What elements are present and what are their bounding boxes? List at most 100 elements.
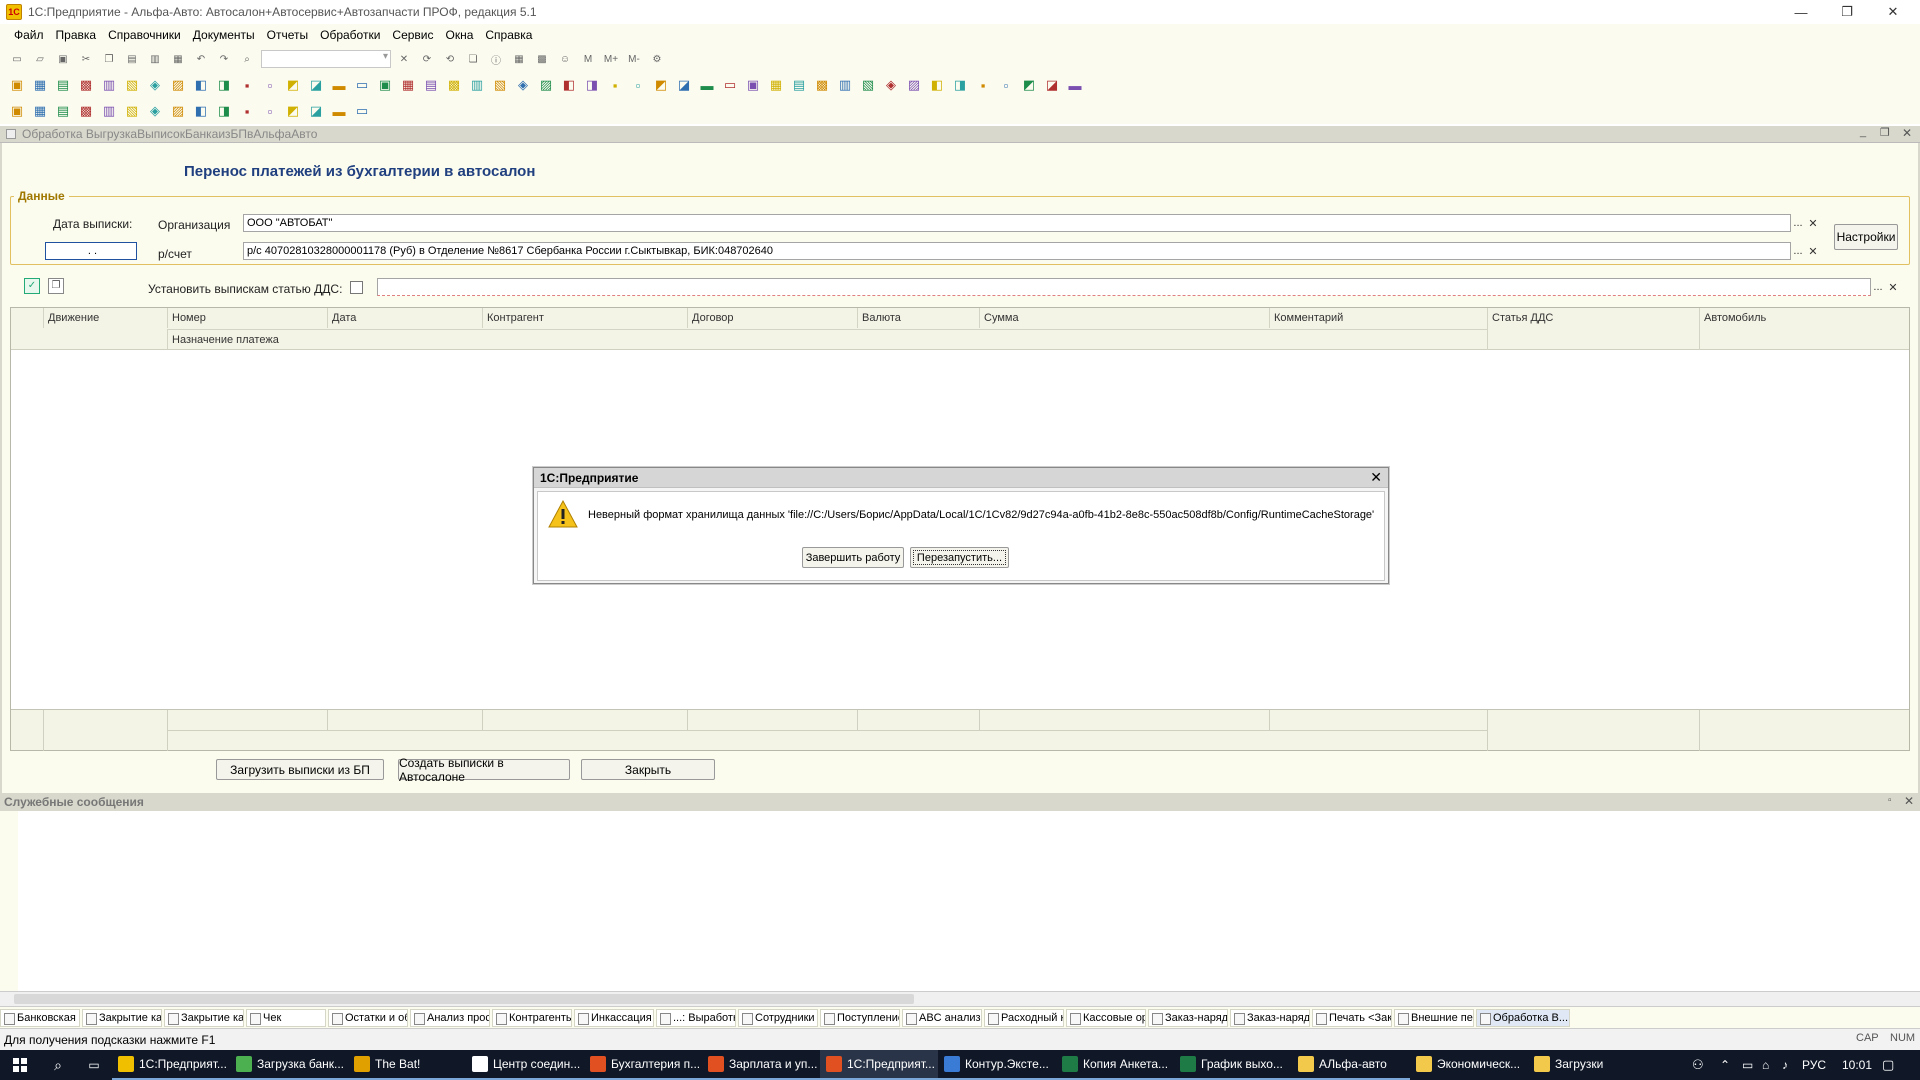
dds-select-button[interactable]: ...	[1871, 279, 1885, 295]
function-46-icon[interactable]: ◪	[1043, 76, 1061, 94]
organization-clear-button[interactable]: ✕	[1806, 215, 1820, 231]
paste-icon[interactable]: ▤	[123, 50, 141, 68]
window-tab[interactable]: ...: Выработк...	[656, 1008, 736, 1027]
document-7-icon[interactable]: ◈	[146, 102, 164, 120]
volume-icon[interactable]: ♪	[1782, 1058, 1788, 1072]
document-11-icon[interactable]: ▪	[238, 102, 256, 120]
window-tab[interactable]: Банковская ...	[0, 1008, 80, 1027]
subwindow-restore-button[interactable]: ❐	[1880, 126, 1890, 139]
window-tab[interactable]: Чек	[246, 1008, 326, 1027]
find-next-icon[interactable]: ⟳	[418, 50, 436, 68]
menu-reports[interactable]: Отчеты	[267, 28, 308, 42]
scroll-thumb[interactable]	[14, 994, 914, 1004]
window-tab[interactable]: Заказ-наряд ...	[1230, 1008, 1310, 1027]
close-form-button[interactable]: Закрыть	[581, 759, 715, 780]
function-23-icon[interactable]: ◈	[514, 76, 532, 94]
function-33-icon[interactable]: ▣	[744, 76, 762, 94]
calendar-icon[interactable]: ▦	[510, 50, 528, 68]
close-window-button[interactable]: ✕	[1870, 0, 1916, 24]
function-3-icon[interactable]: ▤	[54, 76, 72, 94]
memory-m-button[interactable]: M	[579, 50, 597, 68]
window-tab[interactable]: Инкассация	[574, 1008, 654, 1027]
window-tab[interactable]: ABC анализ ...	[902, 1008, 982, 1027]
function-15-icon[interactable]: ▬	[330, 76, 348, 94]
function-29-icon[interactable]: ◩	[652, 76, 670, 94]
taskbar-app[interactable]: 1С:Предприят...	[820, 1050, 938, 1080]
undo-icon[interactable]: ↶	[192, 50, 210, 68]
function-16-icon[interactable]: ▭	[353, 76, 371, 94]
service-close-button[interactable]: ✕	[1904, 794, 1914, 808]
function-14-icon[interactable]: ◪	[307, 76, 325, 94]
function-2-icon[interactable]: ▦	[31, 76, 49, 94]
menu-help[interactable]: Справка	[485, 28, 532, 42]
function-9-icon[interactable]: ◧	[192, 76, 210, 94]
window-tab[interactable]: Сотрудники	[738, 1008, 818, 1027]
function-18-icon[interactable]: ▦	[399, 76, 417, 94]
document-8-icon[interactable]: ▨	[169, 102, 187, 120]
service-pin-icon[interactable]: ▫	[1888, 795, 1892, 806]
horizontal-scrollbar[interactable]	[0, 991, 1920, 1006]
users-icon[interactable]: ☺	[556, 50, 574, 68]
function-11-icon[interactable]: ▪	[238, 76, 256, 94]
function-22-icon[interactable]: ▧	[491, 76, 509, 94]
taskbar-app[interactable]: The Bat!	[348, 1050, 466, 1080]
clear-search-icon[interactable]: ✕	[395, 50, 413, 68]
column-car[interactable]: Автомобиль	[1699, 308, 1909, 350]
column-currency[interactable]: Валюта	[857, 308, 979, 328]
taskbar-app[interactable]: Зарплата и уп...	[702, 1050, 820, 1080]
menu-file[interactable]: Файл	[14, 28, 44, 42]
subwindow-minimize-button[interactable]: _	[1860, 126, 1866, 138]
copy-icon[interactable]: ❐	[100, 50, 118, 68]
function-1-icon[interactable]: ▣	[8, 76, 26, 94]
restore-button[interactable]: ❐	[1824, 0, 1870, 24]
open-folder-icon[interactable]: ▱	[31, 50, 49, 68]
function-10-icon[interactable]: ◨	[215, 76, 233, 94]
new-doc-icon[interactable]: ▭	[8, 50, 26, 68]
task-view-icon[interactable]: ▭	[76, 1050, 112, 1080]
document-4-icon[interactable]: ▩	[77, 102, 95, 120]
function-4-icon[interactable]: ▩	[77, 76, 95, 94]
taskbar-app[interactable]: Бухгалтерия п...	[584, 1050, 702, 1080]
document-1-icon[interactable]: ▣	[8, 102, 26, 120]
menu-catalogs[interactable]: Справочники	[108, 28, 181, 42]
menu-processing[interactable]: Обработки	[320, 28, 380, 42]
function-43-icon[interactable]: ▪	[974, 76, 992, 94]
column-number[interactable]: Номер	[167, 308, 327, 328]
date-field[interactable]: . .	[45, 242, 137, 260]
people-icon[interactable]: ⚇	[1692, 1057, 1704, 1073]
function-45-icon[interactable]: ◩	[1020, 76, 1038, 94]
dds-checkbox[interactable]	[350, 281, 363, 294]
notifications-icon[interactable]: ▢	[1882, 1057, 1894, 1073]
function-47-icon[interactable]: ▬	[1066, 76, 1084, 94]
column-payment-purpose[interactable]: Назначение платежа	[167, 329, 1487, 349]
document-6-icon[interactable]: ▧	[123, 102, 141, 120]
window-tab[interactable]: Закрытие ка...	[164, 1008, 244, 1027]
start-button[interactable]	[0, 1050, 40, 1080]
document-13-icon[interactable]: ◩	[284, 102, 302, 120]
info-icon[interactable]: ⓘ	[487, 50, 505, 68]
document-14-icon[interactable]: ◪	[307, 102, 325, 120]
function-8-icon[interactable]: ▨	[169, 76, 187, 94]
window-tab[interactable]: Расходный к...	[984, 1008, 1064, 1027]
tools-icon[interactable]: ⚙	[648, 50, 666, 68]
function-17-icon[interactable]: ▣	[376, 76, 394, 94]
function-21-icon[interactable]: ▥	[468, 76, 486, 94]
preview-icon[interactable]: ▦	[169, 50, 187, 68]
find-prev-icon[interactable]: ⟲	[441, 50, 459, 68]
windows-icon[interactable]: ❏	[464, 50, 482, 68]
taskbar-app[interactable]: Загрузки	[1528, 1050, 1646, 1080]
column-counterparty[interactable]: Контрагент	[482, 308, 687, 328]
window-tab[interactable]: Контрагенты...	[492, 1008, 572, 1027]
menu-service[interactable]: Сервис	[392, 28, 433, 42]
document-12-icon[interactable]: ▫	[261, 102, 279, 120]
taskbar-app[interactable]: АЛьфа-авто	[1292, 1050, 1410, 1080]
organization-select-button[interactable]: ...	[1791, 215, 1805, 231]
organization-field[interactable]: ООО "АВТОБАТ"	[243, 214, 1791, 232]
function-41-icon[interactable]: ◧	[928, 76, 946, 94]
language-indicator[interactable]: РУС	[1802, 1058, 1826, 1072]
account-field[interactable]: р/с 40702810328000001178 (Руб) в Отделен…	[243, 242, 1791, 260]
function-5-icon[interactable]: ▥	[100, 76, 118, 94]
function-26-icon[interactable]: ◨	[583, 76, 601, 94]
function-6-icon[interactable]: ▧	[123, 76, 141, 94]
function-32-icon[interactable]: ▭	[721, 76, 739, 94]
